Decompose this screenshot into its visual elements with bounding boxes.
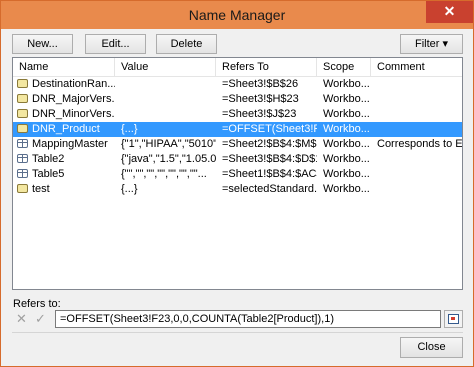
column-header-scope[interactable]: Scope [317, 58, 371, 76]
name-icon [17, 124, 28, 133]
chevron-down-icon: ▾ [442, 38, 449, 50]
row-scope: Workbo... [323, 78, 370, 90]
row-refers-to: =Sheet3!$B$26 [222, 78, 299, 90]
names-list[interactable]: Name Value Refers To Scope Comment Desti… [12, 57, 463, 290]
close-icon: ✕ [443, 3, 456, 19]
range-select-icon [448, 314, 459, 324]
row-name: DestinationRan... [32, 78, 115, 90]
row-refers-to: =selectedStandard... [222, 183, 317, 195]
name-icon [17, 94, 28, 103]
edit-button-label: Edit... [101, 38, 130, 50]
row-value: {...} [121, 123, 138, 135]
row-refers-to: =Sheet3!$J$23 [222, 108, 297, 120]
collapse-dialog-button[interactable] [444, 310, 463, 328]
name-icon [17, 109, 28, 118]
column-header-refers-to[interactable]: Refers To [216, 58, 317, 76]
cancel-icon: ✕ [16, 311, 27, 326]
row-scope: Workbo... [323, 138, 370, 150]
row-name: DNR_MajorVers... [32, 93, 115, 105]
close-button-label: Close [417, 341, 446, 353]
table-row[interactable]: Table2 {"java","1.5","1.05.0... =Sheet3!… [13, 152, 462, 167]
cancel-edit-button[interactable]: ✕ [13, 311, 30, 327]
row-refers-to: =OFFSET(Sheet3!F23... [222, 123, 317, 135]
table-row[interactable]: DNR_MinorVers... =Sheet3!$J$23 Workbo... [13, 107, 462, 122]
row-value: {"1","HIPAA","5010",... [121, 138, 216, 150]
column-header-comment[interactable]: Comment [371, 58, 462, 76]
row-value: {"java","1.5","1.05.0... [121, 153, 216, 165]
row-name: Table2 [32, 153, 65, 165]
table-icon [17, 169, 28, 178]
row-scope: Workbo... [323, 183, 370, 195]
new-button-label: New... [27, 38, 58, 50]
row-comment [371, 182, 462, 197]
row-comment [371, 167, 462, 182]
row-value: {...} [121, 183, 138, 195]
row-scope: Workbo... [323, 108, 370, 120]
refers-to-label: Refers to: [13, 298, 61, 310]
filter-button-label: Filter [414, 38, 440, 50]
delete-button[interactable]: Delete [156, 34, 217, 54]
edit-button[interactable]: Edit... [85, 34, 146, 54]
close-button[interactable]: Close [400, 337, 463, 358]
column-header-value[interactable]: Value [115, 58, 216, 76]
table-row[interactable]: DestinationRan... =Sheet3!$B$26 Workbo..… [13, 77, 462, 92]
row-scope: Workbo... [323, 123, 370, 135]
window-title: Name Manager [188, 7, 286, 23]
row-scope: Workbo... [323, 93, 370, 105]
row-refers-to: =Sheet3!$B$4:$D$16 [222, 153, 317, 165]
row-scope: Workbo... [323, 168, 370, 180]
row-refers-to: =Sheet2!$B$4:$M$60 [222, 138, 317, 150]
row-value [115, 77, 216, 92]
new-button[interactable]: New... [12, 34, 73, 54]
row-comment: Corresponds to E... [377, 138, 462, 150]
table-row[interactable]: Table5 {"","","","","","",""... =Sheet1!… [13, 167, 462, 182]
table-icon [17, 139, 28, 148]
refers-to-row: ✕ ✓ =OFFSET(Sheet3!F23,0,0,COUNTA(Table2… [12, 310, 463, 328]
row-value [115, 92, 216, 107]
row-refers-to: =Sheet1!$B$4:$AC$54 [222, 168, 317, 180]
row-name: test [32, 183, 50, 195]
accept-edit-button[interactable]: ✓ [32, 311, 49, 327]
row-name: DNR_MinorVers... [32, 108, 115, 120]
table-row-selected[interactable]: DNR_Product {...} =OFFSET(Sheet3!F23... … [13, 122, 462, 137]
row-name: DNR_Product [32, 123, 100, 135]
row-value [115, 107, 216, 122]
check-icon: ✓ [35, 311, 46, 326]
row-refers-to: =Sheet3!$H$23 [222, 93, 299, 105]
table-row[interactable]: MappingMaster {"1","HIPAA","5010",... =S… [13, 137, 462, 152]
refers-to-input[interactable]: =OFFSET(Sheet3!F23,0,0,COUNTA(Table2[Pro… [55, 310, 441, 328]
row-value: {"","","","","","",""... [121, 168, 207, 180]
row-name: Table5 [32, 168, 65, 180]
row-comment [371, 122, 462, 137]
row-comment [371, 92, 462, 107]
footer-divider [12, 332, 463, 333]
row-comment [371, 152, 462, 167]
name-manager-dialog: Name Manager ✕ New... Edit... Delete Fil… [0, 0, 474, 367]
column-header-name[interactable]: Name [13, 58, 115, 76]
delete-button-label: Delete [170, 38, 203, 50]
list-header: Name Value Refers To Scope Comment [13, 58, 462, 77]
row-comment [371, 107, 462, 122]
title-bar[interactable]: Name Manager ✕ [1, 1, 473, 29]
name-icon [17, 79, 28, 88]
filter-button[interactable]: Filter ▾ [400, 34, 463, 54]
name-icon [17, 184, 28, 193]
table-icon [17, 154, 28, 163]
table-row[interactable]: DNR_MajorVers... =Sheet3!$H$23 Workbo... [13, 92, 462, 107]
row-name: MappingMaster [32, 138, 108, 150]
window-close-button[interactable]: ✕ [426, 1, 473, 23]
row-scope: Workbo... [323, 153, 370, 165]
row-comment [371, 77, 462, 92]
table-row[interactable]: test {...} =selectedStandard... Workbo..… [13, 182, 462, 197]
